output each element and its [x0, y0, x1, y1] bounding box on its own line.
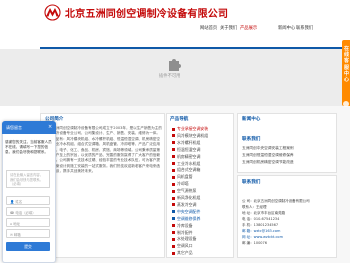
bullet-icon: [172, 217, 175, 221]
company-name: 北京五洲同创空调制冷设备有限公司: [65, 9, 229, 20]
category-label: 机房精密空调: [177, 153, 201, 159]
category-label: 风冷模块空调机组: [177, 132, 209, 138]
category-item[interactable]: 冷却塔: [172, 181, 189, 187]
phone-placeholder: 电话（必填）: [15, 211, 36, 215]
bullet-icon: [172, 244, 175, 248]
category-label: 中央空调配件: [177, 208, 201, 214]
contact-person: 联系人：王经理: [242, 205, 267, 209]
category-label: 冷库设备: [177, 222, 193, 228]
contact-company: 公 司：北京五洲同创空调制冷设备有限公司: [242, 199, 310, 203]
contact-title: 联系我们: [242, 180, 261, 185]
message-textarea[interactable]: 请在此输入留言内容，我们会尽快与您联系。（必填）: [6, 170, 50, 188]
category-item[interactable]: 机房精密空调: [172, 154, 200, 160]
bullet-icon: [172, 168, 175, 172]
contact-address: 地 址：北京市丰台区南苑路: [242, 211, 286, 215]
bullet-icon: [172, 162, 175, 165]
bullet-icon: [172, 189, 175, 193]
chat-message: 感谢您的关注，当前客服人员不在线，请填写一下您的信息，我们会尽快和您联系。: [5, 140, 52, 155]
bullet-icon: [172, 155, 175, 159]
online-service-text[interactable]: 在线客服中心: [343, 46, 350, 83]
category-item[interactable]: 组合式空调箱: [172, 167, 200, 173]
nav-item-products[interactable]: 产品展示: [240, 25, 257, 31]
category-item[interactable]: 新风净化机组: [172, 195, 200, 201]
company-logo-icon[interactable]: [43, 4, 62, 21]
category-item[interactable]: 空调维修保养: [172, 216, 200, 222]
category-item[interactable]: 制冷配件: [172, 230, 193, 236]
category-label: 工业冷水机组: [177, 160, 201, 166]
category-item[interactable]: 空调风口: [172, 243, 193, 249]
category-title: 产品导航: [170, 117, 189, 122]
name-placeholder: 姓名: [15, 200, 23, 204]
bullet-icon: [172, 196, 175, 200]
nav-item-about[interactable]: 关于我们: [220, 25, 237, 31]
category-label: 空调风口: [177, 243, 193, 249]
bullet-icon: [172, 148, 175, 152]
contact-email[interactable]: 邮 箱：wztc@163.com: [242, 229, 280, 234]
contact-website[interactable]: 网 址：www.wztckt.com: [242, 235, 283, 240]
category-item[interactable]: 工业冷水机组: [172, 161, 200, 167]
news-subtitle: 联系我们: [242, 137, 261, 142]
category-item[interactable]: 风冷模块空调机组: [172, 133, 208, 139]
bullet-icon: [172, 210, 175, 214]
bullet-icon: [172, 182, 175, 186]
address-input[interactable]: ⌂ 地址: [6, 218, 50, 227]
news-item[interactable]: 五洲同创恒温恒湿空调维修保养: [242, 153, 294, 158]
nav-item-contact[interactable]: 联系我们: [296, 25, 313, 31]
bullet-icon: [172, 141, 175, 145]
contact-phone: 电 话：010-67541234: [242, 217, 280, 221]
plugin-missing-icon: [169, 59, 181, 71]
bullet-icon: [172, 134, 175, 138]
category-label: 空调维修保养: [177, 215, 201, 221]
chat-title: 请您留言: [6, 125, 22, 130]
category-label: 其它产品: [177, 250, 193, 256]
category-label: 组合式空调箱: [177, 167, 201, 173]
category-label: 新风净化机组: [177, 195, 201, 200]
about-text: 北京五洲同创空调制冷设备有限公司成立于2003年，是以生产销售为主的空调制冷设备…: [45, 126, 162, 174]
address-placeholder: 地址: [13, 222, 21, 226]
category-label: 制冷配件: [177, 229, 193, 235]
news-title: 新闻中心: [242, 117, 261, 122]
category-label: 水冷螺杆机组: [177, 139, 201, 145]
category-label: 专业承接空调安装: [177, 126, 209, 131]
contact-postcode: 邮 编：100076: [242, 241, 267, 245]
close-icon[interactable]: ×: [48, 124, 52, 130]
category-item[interactable]: 空气源热泵: [172, 188, 196, 194]
category-label: 蒸发冷空调: [177, 201, 197, 207]
category-item[interactable]: 蒸发冷空调: [172, 202, 196, 208]
nav-item-news[interactable]: 新闻中心: [278, 25, 295, 31]
category-item[interactable]: 水冷螺杆机组: [172, 140, 200, 146]
site-header: 北京五洲同创空调制冷设备有限公司: [0, 0, 350, 26]
category-label: 水处理设备: [177, 236, 197, 242]
category-item[interactable]: 水处理设备: [172, 236, 196, 242]
contact-mobile: 手 机：13801234567: [242, 223, 279, 227]
category-item[interactable]: 冷库设备: [172, 223, 193, 229]
category-label: 空气源热泵: [177, 188, 197, 194]
bullet-icon: [172, 251, 175, 255]
bullet-icon: [172, 224, 175, 228]
phone-input[interactable]: ☎ 电话（必填）: [6, 207, 50, 216]
category-item[interactable]: 恒温恒湿空调: [172, 147, 200, 153]
bullet-icon: [172, 175, 175, 179]
bullet-icon: [172, 237, 175, 241]
category-item[interactable]: 风机盘管: [172, 174, 193, 180]
bullet-icon: [172, 203, 175, 207]
plugin-unavailable-text: 插件不可用: [159, 74, 181, 79]
email-input[interactable]: ✉ 邮箱: [6, 229, 50, 238]
category-item[interactable]: 专业承接空调安装: [172, 126, 208, 132]
category-item[interactable]: 其它产品: [172, 250, 193, 256]
category-label: 恒温恒湿空调: [177, 146, 201, 152]
service-dot-icon: [343, 101, 349, 107]
category-item[interactable]: 中央空调配件: [172, 209, 200, 215]
submit-button[interactable]: 提交: [6, 242, 50, 251]
bullet-icon: [172, 127, 175, 131]
bullet-icon: [172, 231, 175, 234]
news-item[interactable]: 五洲同创中央空调安装工程案例: [242, 146, 294, 151]
name-input[interactable]: 👤 姓名: [6, 196, 50, 205]
news-item[interactable]: 五洲同创机房精密空调节能改造: [242, 160, 294, 165]
category-label: 冷却塔: [177, 181, 189, 187]
email-placeholder: 邮箱: [13, 233, 21, 237]
nav-item-home[interactable]: 网站首页: [200, 25, 217, 31]
category-label: 风机盘管: [177, 174, 193, 180]
